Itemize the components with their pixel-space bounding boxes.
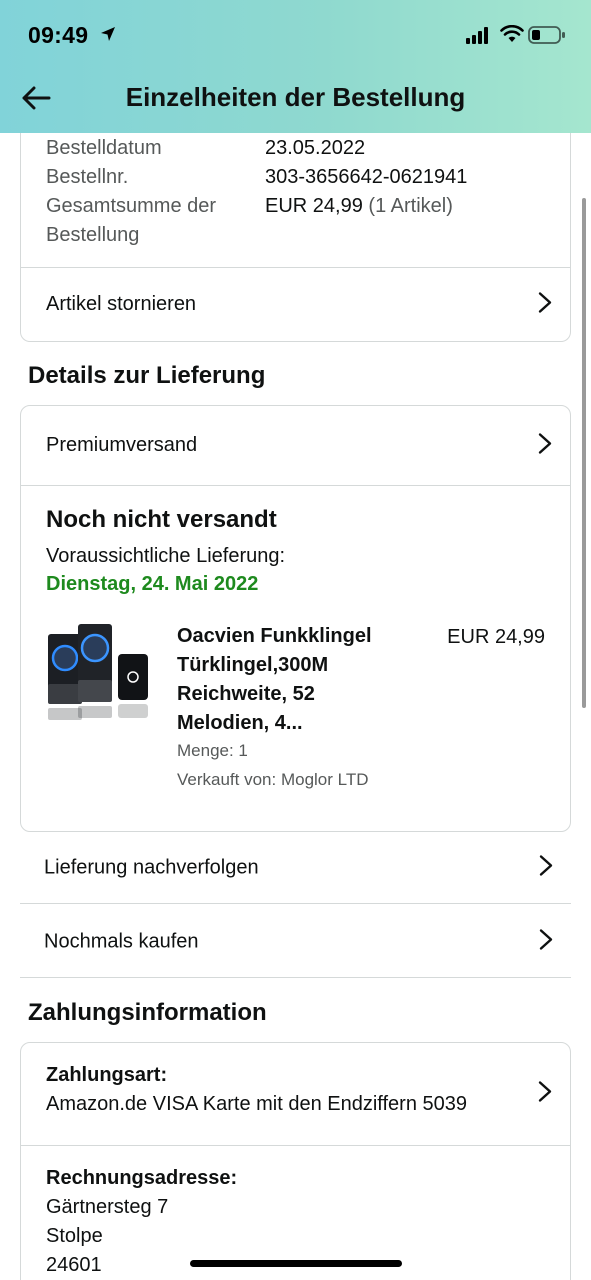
divider <box>21 1145 570 1146</box>
delivery-section-title: Details zur Lieferung <box>28 362 266 389</box>
payment-section-title: Zahlungsinformation <box>28 999 267 1026</box>
product-title-line: Oacvien Funkklingel <box>177 625 372 647</box>
billing-address-line: 24601 <box>46 1254 102 1276</box>
scrollbar[interactable] <box>582 198 586 708</box>
buy-again-row[interactable]: Nochmals kaufen <box>20 906 571 978</box>
expected-delivery-label: Voraussichtliche Lieferung: <box>46 545 286 567</box>
product-quantity: Menge: 1 <box>177 741 248 760</box>
track-delivery-label: Lieferung nachverfolgen <box>44 856 259 878</box>
product-price: EUR 24,99 <box>447 626 545 648</box>
home-indicator[interactable] <box>190 1260 402 1267</box>
expected-delivery-date: Dienstag, 24. Mai 2022 <box>46 573 259 595</box>
chevron-right-icon <box>538 291 552 318</box>
status-bar: 09:49 <box>0 0 591 70</box>
payment-card: Zahlungsart: Amazon.de VISA Karte mit de… <box>20 1042 571 1280</box>
location-arrow-icon <box>100 26 116 47</box>
shipment-status: Noch nicht versandt <box>46 506 277 533</box>
order-number-label: Bestellnr. <box>46 166 129 188</box>
product-title-line: Melodien, 4... <box>177 712 303 734</box>
divider <box>21 485 570 486</box>
product-title[interactable]: Oacvien Funkklingel Türklingel,300M Reic… <box>177 622 417 738</box>
app-header: 09:49 Einzelheiten der Bestellung <box>0 0 591 133</box>
billing-address-line: Stolpe <box>46 1225 103 1247</box>
chevron-right-icon <box>539 928 553 955</box>
billing-address-line: Gärtnersteg 7 <box>46 1196 169 1218</box>
status-time: 09:49 <box>28 22 89 48</box>
product-item[interactable]: Oacvien Funkklingel Türklingel,300M Reic… <box>21 619 570 809</box>
shipping-method-label: Premiumversand <box>46 434 198 456</box>
chevron-right-icon <box>538 432 552 459</box>
order-date-label: Bestelldatum <box>46 137 162 159</box>
page-title: Einzelheiten der Bestellung <box>125 82 466 112</box>
order-number-value: 303-3656642-0621941 <box>265 166 468 188</box>
billing-address-label: Rechnungsadresse: <box>46 1167 238 1189</box>
battery-icon <box>528 25 566 50</box>
chevron-right-icon <box>539 854 553 881</box>
order-date-value: 23.05.2022 <box>265 137 366 159</box>
payment-method-value: Amazon.de VISA Karte mit den Endziffern … <box>46 1093 467 1115</box>
product-title-line: Reichweite, 52 <box>177 683 315 705</box>
order-total-label-line2: Bestellung <box>46 224 140 246</box>
product-image[interactable] <box>46 622 154 734</box>
product-seller: Verkauft von: Moglor LTD <box>177 770 369 789</box>
order-total-items: (1 Artikel) <box>368 195 453 217</box>
cellular-signal-icon <box>466 27 492 49</box>
cancel-item-row[interactable]: Artikel stornieren <box>21 268 570 341</box>
order-total-label-line1: Gesamtsumme der <box>46 195 217 217</box>
order-details-content: Bestelldatum 23.05.2022 Bestellnr. 303-3… <box>0 133 591 1280</box>
buy-again-label: Nochmals kaufen <box>44 930 199 952</box>
payment-method-label: Zahlungsart: <box>46 1064 168 1086</box>
wifi-icon <box>500 24 524 48</box>
order-total-value: EUR 24,99 (1 Artikel) <box>265 192 453 221</box>
track-delivery-row[interactable]: Lieferung nachverfolgen <box>20 832 571 904</box>
shipping-method-row[interactable]: Premiumversand <box>21 406 570 485</box>
order-total-label: Gesamtsumme der Bestellung <box>46 192 216 250</box>
order-summary-card: Bestelldatum 23.05.2022 Bestellnr. 303-3… <box>20 133 571 342</box>
product-title-line: Türklingel,300M <box>177 654 329 676</box>
order-total-amount: EUR 24,99 <box>265 195 363 217</box>
chevron-right-icon <box>538 1081 552 1108</box>
payment-method-row[interactable]: Zahlungsart: Amazon.de VISA Karte mit de… <box>21 1043 570 1145</box>
cancel-item-label: Artikel stornieren <box>46 293 197 315</box>
delivery-card: Premiumversand Noch nicht versandt Vorau… <box>20 405 571 832</box>
